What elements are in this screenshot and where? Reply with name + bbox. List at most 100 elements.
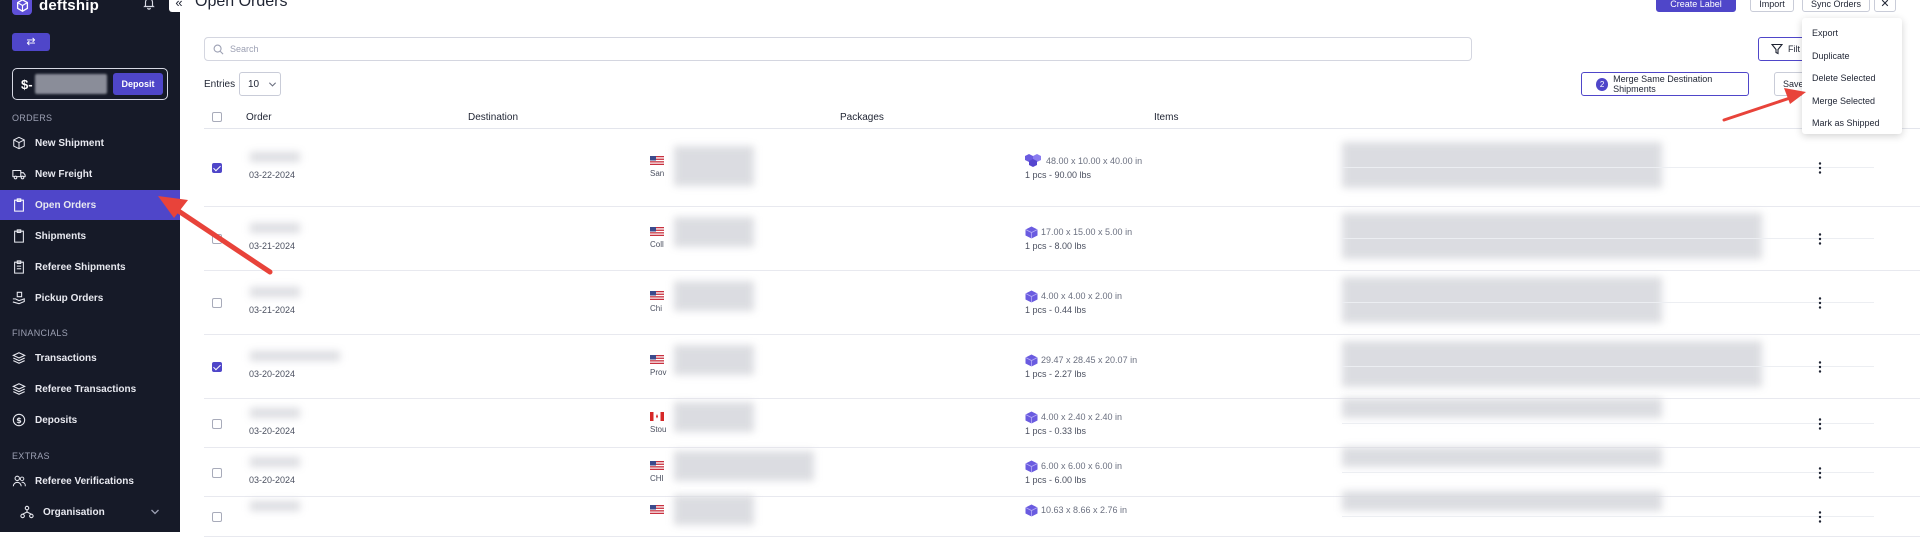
dropdown-mark-as-shipped[interactable]: Mark as Shipped <box>1802 112 1902 135</box>
column-header-destination[interactable]: Destination <box>468 112 518 123</box>
more-actions-icon[interactable] <box>1816 510 1824 524</box>
items-divider <box>1342 238 1874 239</box>
clipboard-list-icon <box>14 260 24 274</box>
sidebar-item-referee-verifications[interactable]: Referee Verifications <box>0 466 180 496</box>
more-actions-icon[interactable] <box>1816 417 1824 431</box>
package-dimensions: 48.00 x 10.00 x 40.00 in <box>1046 156 1143 166</box>
us-flag-icon <box>650 355 664 364</box>
import-button[interactable]: Import <box>1750 0 1794 12</box>
close-menu-button[interactable]: ✕ <box>1874 0 1896 12</box>
sidebar-item-deposits[interactable]: $ Deposits <box>0 405 180 435</box>
table-row[interactable]: 03-20-2024 Prov 29.47 x 28.45 x 20.07 in 1 … <box>204 335 1920 399</box>
users-icon <box>12 475 26 487</box>
sidebar-item-organisation[interactable]: Organisation <box>0 497 180 527</box>
order-id-redacted <box>250 457 300 467</box>
destination-redacted <box>674 402 754 432</box>
sidebar-item-label: Referee Verifications <box>35 475 134 487</box>
table-row[interactable]: 03-20-2024 Stou 4.00 x 2.40 x 2.40 in 1 pcs… <box>204 398 1920 448</box>
destination-redacted <box>674 345 754 375</box>
deftship-logo-icon <box>12 0 32 15</box>
table-row[interactable]: 03-22-2024 San 48.00 x 10.00 x 40.00 in 1 p… <box>204 129 1920 207</box>
more-actions-icon[interactable] <box>1816 296 1824 310</box>
destination-city: Coll <box>650 240 664 249</box>
destination-city: Stou <box>650 425 667 434</box>
order-date: 03-21-2024 <box>249 305 296 315</box>
order-date: 03-20-2024 <box>249 426 296 436</box>
package-dimensions: 17.00 x 15.00 x 5.00 in <box>1041 227 1133 237</box>
destination-city: CHI <box>650 474 664 483</box>
main-content: Open Orders Create Label Import Sync Ord… <box>158 0 1920 537</box>
dropdown-delete-selected[interactable]: Delete Selected <box>1802 67 1902 90</box>
package-icon <box>1025 226 1038 239</box>
package-dimensions: 10.63 x 8.66 x 2.76 in <box>1041 505 1128 515</box>
clipboard-icon <box>14 198 24 212</box>
table-row[interactable]: 10.63 x 8.66 x 2.76 in <box>204 491 1920 537</box>
package-icon <box>1025 411 1038 424</box>
row-checkbox[interactable] <box>212 362 222 372</box>
column-header-order[interactable]: Order <box>246 112 272 123</box>
package-weight: 1 pcs - 2.27 lbs <box>1025 369 1087 379</box>
filter-label: Filt <box>1788 44 1800 54</box>
package-icon <box>1025 460 1038 473</box>
more-actions-icon[interactable] <box>1816 466 1824 480</box>
layers-icon <box>12 383 26 395</box>
package-dimensions: 6.00 x 6.00 x 6.00 in <box>1041 461 1123 471</box>
table-row[interactable]: 03-21-2024 Chi 4.00 x 4.00 x 2.00 in 1 pcs … <box>204 271 1920 335</box>
bell-icon[interactable] <box>142 0 156 10</box>
row-checkbox[interactable] <box>212 419 222 429</box>
clipboard-icon <box>14 229 24 243</box>
items-redacted <box>1342 398 1662 418</box>
destination-redacted <box>674 495 754 525</box>
deposit-button[interactable]: Deposit <box>113 73 163 95</box>
package-dimensions: 4.00 x 2.40 x 2.40 in <box>1041 412 1123 422</box>
package-weight: 1 pcs - 0.33 lbs <box>1025 426 1087 436</box>
destination-city: Chi <box>650 304 663 313</box>
more-actions-icon[interactable] <box>1816 232 1824 246</box>
brand[interactable]: deftship <box>12 0 99 16</box>
order-date: 03-20-2024 <box>249 369 296 379</box>
switch-account-button[interactable]: ⇄ <box>12 33 50 51</box>
balance-amount: $- <box>21 76 33 92</box>
search-input[interactable]: Search <box>204 37 1472 61</box>
dropdown-duplicate[interactable]: Duplicate <box>1802 45 1902 68</box>
org-icon <box>20 505 34 519</box>
items-redacted <box>1342 491 1662 511</box>
row-checkbox[interactable] <box>212 298 222 308</box>
dropdown-merge-selected[interactable]: Merge Selected <box>1802 90 1902 113</box>
more-actions-icon[interactable] <box>1816 161 1824 175</box>
sidebar-item-label: New Freight <box>35 168 93 180</box>
sync-orders-button[interactable]: Sync Orders <box>1802 0 1870 12</box>
select-all-checkbox[interactable] <box>212 112 222 122</box>
items-redacted <box>1342 277 1662 323</box>
table-row[interactable]: 03-21-2024 Coll 17.00 x 15.00 x 5.00 in 1 p… <box>204 207 1920 271</box>
package-dimensions: 4.00 x 4.00 x 2.00 in <box>1041 291 1123 301</box>
table-row[interactable]: 03-20-2024 CHI 6.00 x 6.00 x 6.00 in 1 pcs … <box>204 447 1920 497</box>
sidebar-item-label: Deposits <box>35 414 78 426</box>
us-flag-icon <box>650 227 664 236</box>
brand-name: deftship <box>39 0 99 14</box>
sidebar-item-referee-transactions[interactable]: Referee Transactions <box>0 374 180 404</box>
canada-flag-icon <box>650 412 664 421</box>
order-id-redacted <box>250 152 300 162</box>
sidebar-item-label: Open Orders <box>35 199 97 211</box>
sidebar-item-new-shipment[interactable]: New Shipment <box>0 128 180 158</box>
row-checkbox[interactable] <box>212 163 222 173</box>
order-date: 03-22-2024 <box>249 170 296 180</box>
items-redacted <box>1342 213 1762 259</box>
column-header-items[interactable]: Items <box>1154 112 1178 123</box>
svg-text:$: $ <box>16 416 21 425</box>
create-label-button[interactable]: Create Label <box>1656 0 1736 12</box>
collapse-sidebar-button[interactable]: « <box>169 0 189 12</box>
entries-select[interactable]: 10 <box>239 72 281 96</box>
layers-icon <box>12 352 26 364</box>
sidebar-item-transactions[interactable]: Transactions <box>0 343 180 373</box>
dropdown-export[interactable]: Export <box>1802 22 1902 45</box>
row-checkbox[interactable] <box>212 468 222 478</box>
sidebar-item-pickup-orders[interactable]: Pickup Orders <box>0 283 180 313</box>
items-redacted <box>1342 447 1662 467</box>
package-icon <box>1025 290 1038 303</box>
row-checkbox[interactable] <box>212 512 222 522</box>
destination-city: Prov <box>650 368 667 377</box>
column-header-packages[interactable]: Packages <box>840 112 884 123</box>
more-actions-icon[interactable] <box>1816 360 1824 374</box>
